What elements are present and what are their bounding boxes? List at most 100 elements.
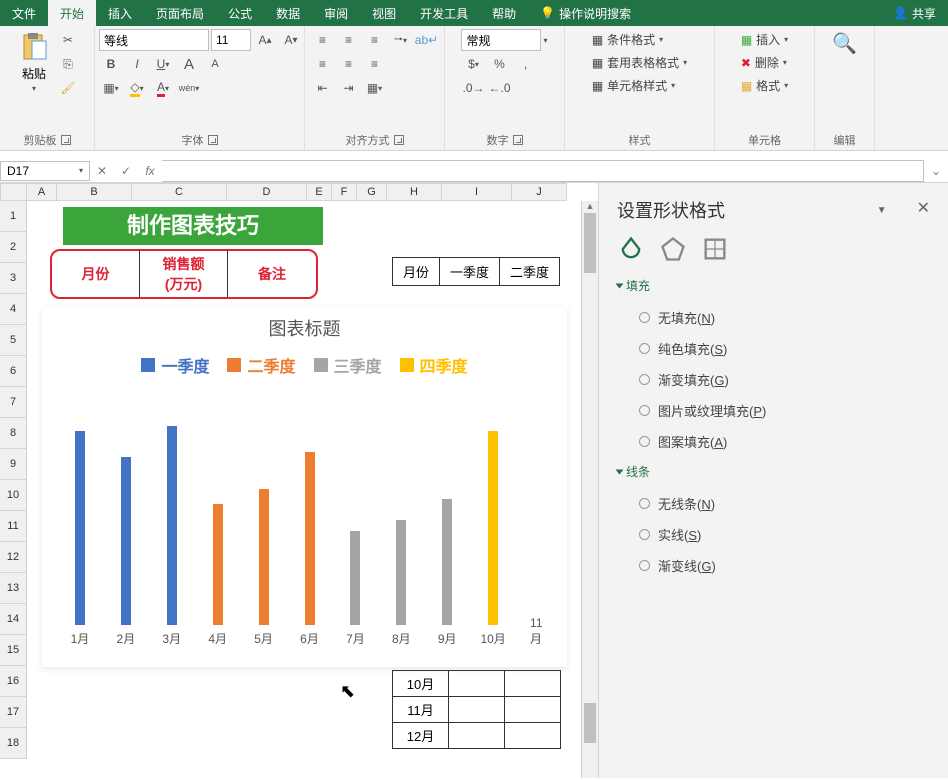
column-header[interactable]: F [332, 183, 357, 201]
name-box[interactable]: D17▾ [0, 161, 90, 181]
line-option[interactable]: 实线(S) [617, 519, 930, 550]
merge-button[interactable]: ▦▾ [363, 77, 387, 99]
row-header[interactable]: 1 [0, 201, 27, 232]
select-all-corner[interactable] [0, 183, 27, 201]
align-left-button[interactable]: ≡ [311, 53, 335, 75]
chart-title[interactable]: 图表标题 [42, 307, 567, 349]
column-header[interactable]: B [57, 183, 132, 201]
row-header[interactable]: 14 [0, 604, 27, 635]
fill-line-tab-icon[interactable] [617, 235, 645, 263]
enter-formula-button[interactable]: ✓ [114, 164, 138, 178]
font-color-button[interactable]: A▾ [151, 77, 175, 99]
find-button[interactable]: 🔍 [828, 29, 861, 58]
bar[interactable] [396, 520, 406, 625]
number-format-select[interactable] [461, 29, 541, 51]
row-header[interactable]: 10 [0, 480, 27, 511]
share-button[interactable]: 👤共享 [881, 0, 948, 26]
row-header[interactable]: 6 [0, 356, 27, 387]
align-right-button[interactable]: ≡ [363, 53, 387, 75]
pane-options-button[interactable]: ▼ [877, 205, 887, 216]
tab-insert[interactable]: 插入 [96, 0, 144, 26]
line-section-header[interactable]: 线条 [617, 463, 930, 480]
format-as-table-button[interactable]: ▦套用表格格式▾ [588, 52, 691, 73]
column-header[interactable]: C [132, 183, 227, 201]
row-header[interactable]: 9 [0, 449, 27, 480]
tab-data[interactable]: 数据 [264, 0, 312, 26]
percent-button[interactable]: % [487, 53, 511, 75]
row-header[interactable]: 5 [0, 325, 27, 356]
vertical-scrollbar[interactable]: ▲ [581, 201, 598, 778]
tab-formulas[interactable]: 公式 [216, 0, 264, 26]
chart[interactable]: 图表标题 一季度二季度三季度四季度 1月2月3月4月5月6月7月8月9月10月1… [42, 307, 567, 667]
formula-input[interactable] [162, 160, 924, 182]
align-bottom-button[interactable]: ≡ [363, 29, 387, 51]
conditional-formatting-button[interactable]: ▦条件格式▾ [588, 29, 667, 50]
bar[interactable] [213, 504, 223, 625]
legend-item[interactable]: 四季度 [400, 353, 468, 377]
font-size-select[interactable] [211, 29, 251, 51]
row-header[interactable]: 2 [0, 232, 27, 263]
size-tab-icon[interactable] [701, 235, 729, 263]
cut-button[interactable]: ✂ [56, 29, 80, 51]
row-header[interactable]: 4 [0, 294, 27, 325]
legend-item[interactable]: 三季度 [314, 353, 382, 377]
column-header[interactable]: D [227, 183, 307, 201]
tab-review[interactable]: 审阅 [312, 0, 360, 26]
column-header[interactable]: A [27, 183, 57, 201]
copy-button[interactable]: ⎘ [56, 53, 80, 75]
expand-formula-button[interactable]: ⌄ [924, 164, 948, 178]
pane-close-button[interactable]: ✕ [917, 200, 930, 217]
fill-option[interactable]: 无填充(N) [617, 302, 930, 333]
wrap-text-button[interactable]: ab↵ [415, 29, 439, 51]
column-header[interactable]: E [307, 183, 332, 201]
worksheet[interactable]: ABCDEFGHIJ 123456789101112131415161718 制… [0, 183, 598, 778]
tab-dev[interactable]: 开发工具 [408, 0, 480, 26]
align-middle-button[interactable]: ≡ [337, 29, 361, 51]
column-header[interactable]: G [357, 183, 387, 201]
currency-button[interactable]: $▾ [461, 53, 485, 75]
legend-item[interactable]: 一季度 [141, 353, 209, 377]
tab-view[interactable]: 视图 [360, 0, 408, 26]
fill-option[interactable]: 纯色填充(S) [617, 333, 930, 364]
row-header[interactable]: 7 [0, 387, 27, 418]
row-header[interactable]: 16 [0, 666, 27, 697]
chart-legend[interactable]: 一季度二季度三季度四季度 [42, 349, 567, 387]
tab-file[interactable]: 文件 [0, 0, 48, 26]
line-option[interactable]: 无线条(N) [617, 488, 930, 519]
fill-option[interactable]: 渐变填充(G) [617, 364, 930, 395]
fx-button[interactable]: fx [138, 164, 162, 178]
font-name-select[interactable] [99, 29, 209, 51]
orientation-button[interactable]: ⭬▾ [389, 29, 413, 51]
insert-cells-button[interactable]: ▦插入▾ [737, 29, 792, 50]
decrease-font-a[interactable]: A [203, 53, 227, 75]
row-header[interactable]: 17 [0, 697, 27, 728]
fill-option[interactable]: 图片或纹理填充(P) [617, 395, 930, 426]
effects-tab-icon[interactable] [659, 235, 687, 263]
fill-section-header[interactable]: 填充 [617, 277, 930, 294]
underline-button[interactable]: U▾ [151, 53, 175, 75]
column-header[interactable]: J [512, 183, 567, 201]
border-button[interactable]: ▦▾ [99, 77, 123, 99]
cancel-formula-button[interactable]: ✕ [90, 164, 114, 178]
align-center-button[interactable]: ≡ [337, 53, 361, 75]
bold-button[interactable]: B [99, 53, 123, 75]
phonetic-button[interactable]: wén▾ [177, 77, 201, 99]
decrease-font-button[interactable]: A▾ [279, 29, 303, 51]
paste-button[interactable]: 粘贴▾ [14, 29, 54, 95]
fill-color-button[interactable]: ◇▾ [125, 77, 149, 99]
cell-styles-button[interactable]: ▦单元格样式▾ [588, 75, 679, 96]
comma-button[interactable]: , [513, 53, 537, 75]
bar[interactable] [259, 489, 269, 626]
fill-option[interactable]: 图案填充(A) [617, 426, 930, 457]
tab-home[interactable]: 开始 [48, 0, 96, 26]
tab-help[interactable]: 帮助 [480, 0, 528, 26]
format-painter-button[interactable]: 🖌 [56, 77, 80, 99]
increase-font-button[interactable]: A▴ [253, 29, 277, 51]
font-dialog-icon[interactable] [208, 135, 218, 145]
line-option[interactable]: 渐变线(G) [617, 550, 930, 581]
row-header[interactable]: 11 [0, 511, 27, 542]
increase-indent-button[interactable]: ⇥ [337, 77, 361, 99]
increase-decimal-button[interactable]: .0→ [461, 77, 485, 99]
increase-font-a[interactable]: A [177, 53, 201, 75]
column-header[interactable]: H [387, 183, 442, 201]
